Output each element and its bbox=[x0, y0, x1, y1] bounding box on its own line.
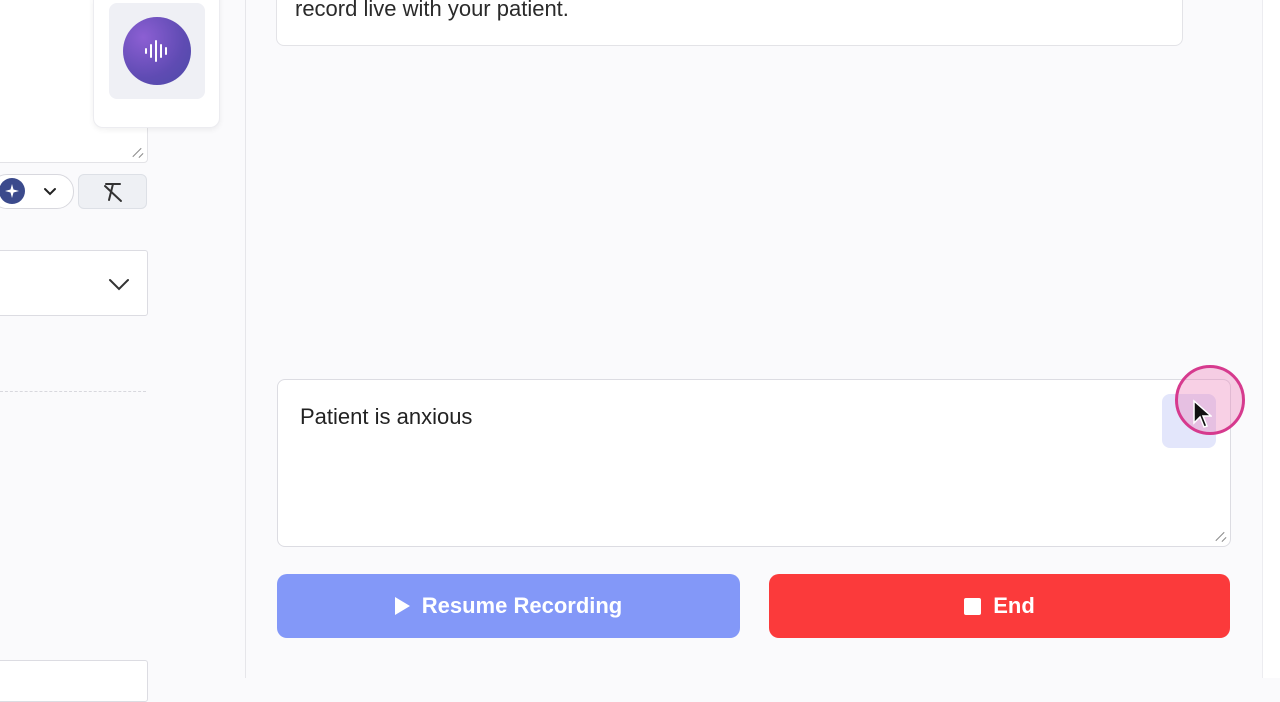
left-panel bbox=[0, 0, 246, 702]
sparkle-icon bbox=[0, 178, 25, 204]
instruction-box: record live with your patient. bbox=[276, 0, 1183, 46]
chevron-down-icon bbox=[109, 279, 129, 291]
resize-handle-icon[interactable] bbox=[1214, 530, 1226, 542]
stop-icon bbox=[964, 597, 982, 615]
play-icon bbox=[394, 597, 410, 615]
clear-formatting-icon bbox=[103, 182, 122, 202]
right-scrollbar-track[interactable] bbox=[1262, 0, 1280, 678]
divider bbox=[0, 391, 146, 392]
notes-value: Patient is anxious bbox=[300, 404, 473, 429]
left-bottom-field[interactable] bbox=[0, 660, 148, 702]
live-notes-textarea[interactable]: Patient is anxious bbox=[277, 379, 1231, 547]
resume-recording-label: Resume Recording bbox=[421, 593, 623, 618]
voice-recorder-card[interactable] bbox=[93, 0, 220, 128]
resize-handle-icon[interactable] bbox=[131, 146, 143, 158]
instruction-text: record live with your patient. bbox=[295, 0, 569, 21]
end-recording-label: End bbox=[993, 593, 1035, 618]
audio-waveform-icon bbox=[123, 17, 191, 85]
template-select[interactable] bbox=[0, 250, 148, 316]
ai-assist-dropdown[interactable] bbox=[0, 174, 74, 209]
chevron-down-icon bbox=[44, 188, 56, 196]
mouse-cursor-icon bbox=[1193, 399, 1212, 428]
end-recording-button[interactable]: End bbox=[769, 574, 1230, 638]
clear-formatting-button[interactable] bbox=[78, 174, 147, 209]
resume-recording-button[interactable]: Resume Recording bbox=[277, 574, 740, 638]
voice-recorder-button[interactable] bbox=[109, 3, 205, 99]
